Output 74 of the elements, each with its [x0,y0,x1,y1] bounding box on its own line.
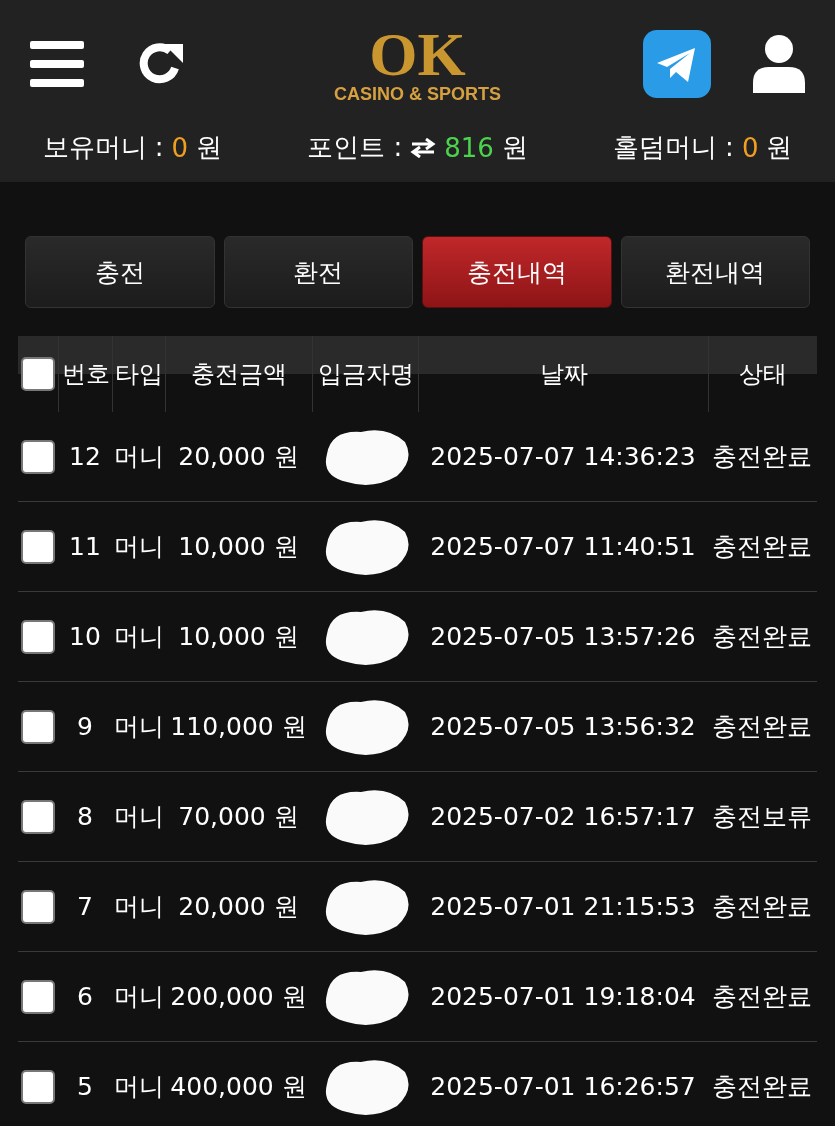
table-cell-text: 200,000 원 [170,981,307,1013]
select-all-checkbox[interactable] [21,357,55,391]
table-cell-text: 충전완료 [712,711,812,743]
column-header: 상태 [738,359,787,390]
table-cell-text: 머니 [113,1071,164,1103]
tab[interactable]: 충전 [25,236,215,308]
table-cell: 8 [77,802,93,831]
table-cell-text: 충전완료 [712,531,812,563]
table-cell: 2025-07-05 13:57:26 [430,622,696,651]
table-cell: 2025-07-07 11:40:51 [430,532,696,561]
table-cell-text: 머니 [113,801,164,833]
table-cell-text: 충전완료 [712,1071,812,1103]
balance-value: 816 [444,132,494,163]
table-cell-text: 충전완료 [712,441,812,473]
table-cell-text: 머니 [113,711,164,743]
table-cell: 12 [69,442,101,471]
currency-unit: 원 [501,131,528,164]
table-cell-text: 400,000 원 [170,1071,307,1103]
column-header: 충전금액 [191,359,287,390]
table-cell-text: 20,000 원 [178,891,299,923]
balance-label: 보유머니 : [42,131,164,164]
row-checkbox[interactable] [21,799,55,834]
column-header: 날짜 [539,359,588,390]
table-cell-text: 110,000 원 [170,711,307,743]
table-cell-text: 20,000 원 [178,441,299,473]
swap-icon[interactable] [410,137,437,158]
table-cell-text: 10,000 원 [178,621,299,653]
row-checkbox[interactable] [21,619,55,654]
row-checkbox[interactable] [21,529,55,564]
row-checkbox[interactable] [21,979,55,1014]
row-checkbox[interactable] [21,889,55,924]
currency-unit: 원 [196,131,223,164]
table-cell-text: 충전완료 [712,981,812,1013]
table-cell: 11 [69,532,101,561]
tab[interactable]: 환전 [223,236,413,308]
table-cell-text: 충전보류 [712,801,812,833]
column-header: 타입 [115,359,163,390]
table-cell-text: 충전완료 [712,621,812,653]
logo-mark: OK [369,23,466,84]
table-cell: 2025-07-02 16:57:17 [430,802,696,831]
table-cell: 9 [77,712,93,741]
paper-plane-icon[interactable] [643,30,711,98]
row-checkbox[interactable] [21,1069,55,1104]
table-cell: 2025-07-07 14:36:23 [430,442,696,471]
table-cell: 2025-07-01 19:18:04 [430,982,696,1011]
table-cell-text: 충전완료 [712,891,812,923]
user-icon[interactable] [753,35,805,93]
logo-tagline: CASINO & SPORTS [334,83,501,105]
column-header: 번호 [61,359,110,390]
table-cell: 10 [69,622,101,651]
tab[interactable]: 충전내역 [422,236,612,308]
row-checkbox[interactable] [21,439,55,474]
currency-unit: 원 [766,131,793,164]
table-cell: 5 [77,1072,93,1101]
balance-label: 홀덤머니 : [612,131,734,164]
table-cell: 2025-07-01 16:26:57 [430,1072,696,1101]
menu-icon[interactable] [30,41,84,87]
row-checkbox[interactable] [21,709,55,744]
table-cell-text: 머니 [113,621,164,653]
table-cell: 2025-07-01 21:15:53 [430,892,696,921]
table-cell-text: 10,000 원 [178,531,299,563]
table-cell-text: 70,000 원 [178,801,299,833]
table-cell: 7 [77,892,93,921]
balance-value: 0 [171,132,189,163]
table-cell-text: 머니 [113,891,164,923]
table-cell-text: 머니 [113,981,164,1013]
table-cell: 6 [77,982,93,1011]
tab[interactable]: 환전내역 [620,236,810,308]
balance-value: 0 [741,132,759,163]
table-cell-text: 머니 [113,441,164,473]
column-header: 입금자명 [317,359,414,390]
table-cell: 2025-07-05 13:56:32 [430,712,696,741]
balance-label: 포인트 : [307,131,403,164]
table-cell-text: 머니 [113,531,164,563]
